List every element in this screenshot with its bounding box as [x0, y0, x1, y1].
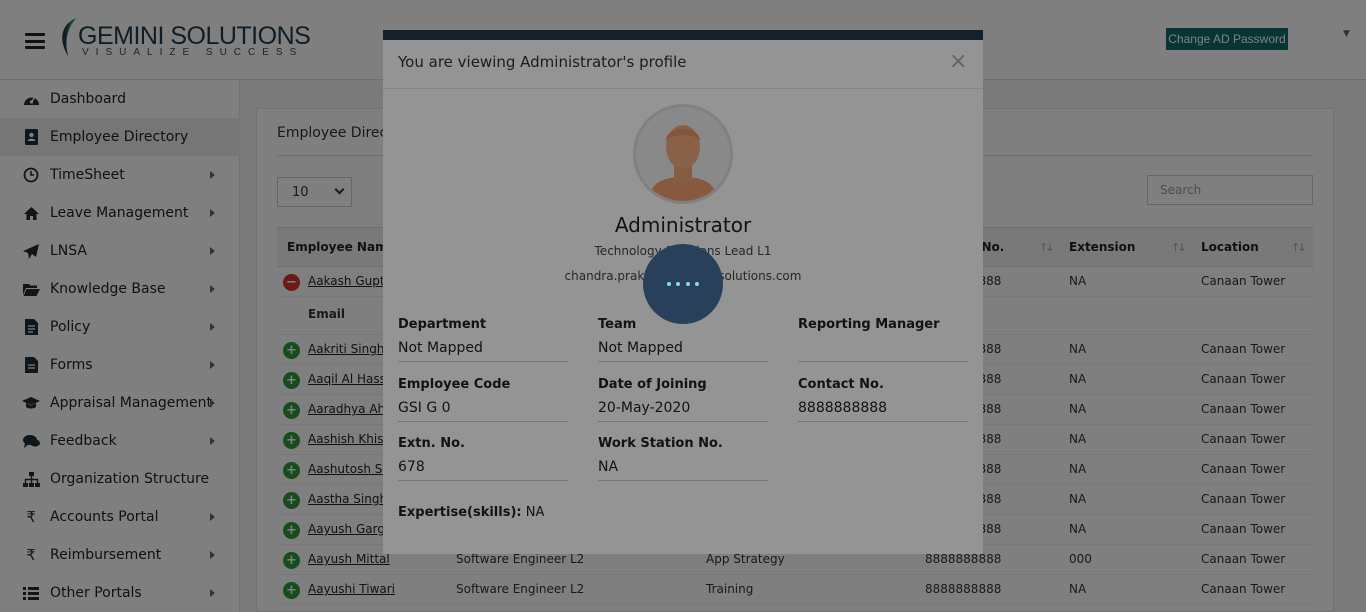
extn-no-value: 678 — [398, 459, 568, 481]
date-of-joining-value: 20-May-2020 — [598, 400, 768, 422]
work-station-value: NA — [598, 459, 768, 481]
modal-title: You are viewing Administrator's profile — [398, 53, 687, 71]
avatar — [633, 104, 733, 204]
skills-label: Expertise(skills): — [398, 505, 522, 520]
work-station-label: Work Station No. — [598, 436, 723, 451]
close-icon[interactable]: × — [949, 51, 967, 73]
avatar-silhouette-icon — [636, 107, 730, 201]
employee-code-label: Employee Code — [398, 377, 511, 392]
team-label: Team — [598, 317, 637, 332]
profile-name: Administrator — [614, 213, 752, 237]
employee-code-value: GSI G 0 — [398, 400, 568, 422]
divider — [383, 88, 983, 89]
expertise-skills: Expertise(skills): NA — [398, 505, 544, 520]
reporting-manager-label: Reporting Manager — [798, 317, 940, 332]
date-of-joining-label: Date of Joining — [598, 377, 707, 392]
contact-no-label: Contact No. — [798, 377, 884, 392]
department-value: Not Mapped — [398, 340, 568, 362]
skills-value: NA — [525, 505, 545, 520]
team-value: Not Mapped — [598, 340, 768, 362]
loading-spinner-icon — [643, 244, 723, 324]
reporting-manager-value — [798, 340, 968, 362]
extn-no-label: Extn. No. — [398, 436, 465, 451]
department-label: Department — [398, 317, 487, 332]
contact-no-value: 8888888888 — [798, 400, 968, 422]
